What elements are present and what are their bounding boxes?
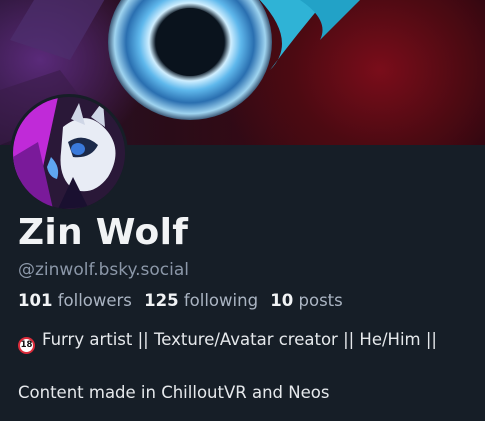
display-name: Zin Wolf — [18, 212, 189, 253]
bio-line-1: 18 Furry artist || Texture/Avatar creator… — [18, 330, 437, 354]
posts-count: 10 — [270, 291, 294, 310]
profile-stats: 101 followers 125 following 10 posts — [18, 291, 343, 310]
following-count: 125 — [144, 291, 179, 310]
posts-label: posts — [298, 291, 343, 310]
profile-handle: @zinwolf.bsky.social — [18, 260, 189, 280]
following-link[interactable]: 125 following — [144, 291, 258, 310]
avatar[interactable] — [10, 94, 128, 212]
bio-text-1: Furry artist || Texture/Avatar creator |… — [42, 330, 437, 349]
bio-line-2: Content made in ChilloutVR and Neos — [18, 383, 330, 402]
age-restriction-18-icon: 18 — [18, 337, 35, 354]
following-label: following — [183, 291, 259, 310]
posts-stat: 10 posts — [270, 291, 342, 310]
followers-label: followers — [57, 291, 132, 310]
followers-link[interactable]: 101 followers — [18, 291, 132, 310]
followers-count: 101 — [18, 291, 53, 310]
avatar-image — [13, 97, 125, 209]
